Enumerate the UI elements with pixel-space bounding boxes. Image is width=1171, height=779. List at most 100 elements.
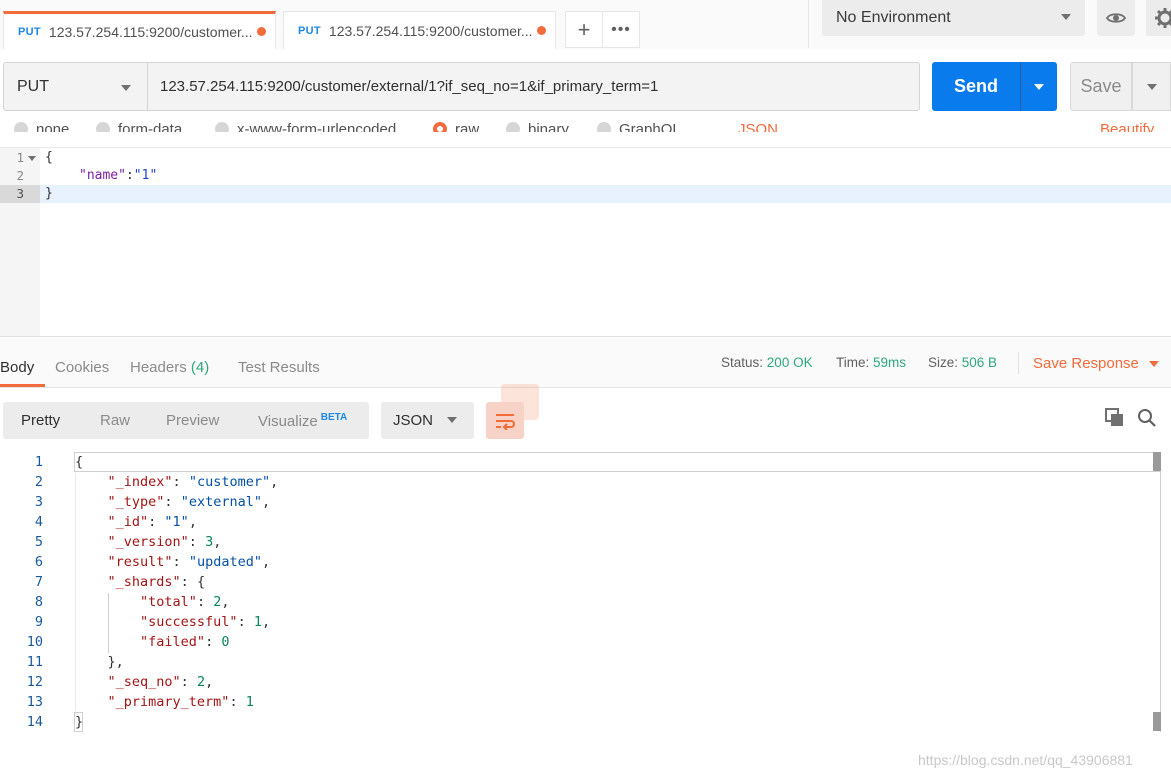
line-number: 9 bbox=[34, 614, 43, 630]
divider bbox=[808, 0, 809, 48]
view-pretty[interactable]: Pretty bbox=[21, 412, 60, 429]
json-key: "_type" bbox=[107, 494, 165, 510]
save-options-button[interactable] bbox=[1132, 62, 1171, 111]
body-type-urlencoded[interactable]: x-www-form-urlencoded bbox=[215, 120, 397, 133]
method-label: PUT bbox=[17, 77, 49, 95]
line-number: 5 bbox=[34, 534, 43, 550]
chevron-down-icon bbox=[447, 417, 457, 423]
method-select[interactable]: PUT bbox=[3, 62, 148, 111]
save-response-button[interactable]: Save Response bbox=[1033, 355, 1159, 372]
json-key: "_shards" bbox=[107, 574, 181, 590]
json-key: "failed" bbox=[140, 634, 206, 650]
view-label: Visualize bbox=[258, 413, 318, 430]
json-value: 1 bbox=[253, 614, 262, 630]
code-text: }, bbox=[75, 654, 124, 670]
request-tab-2[interactable]: PUT 123.57.254.115:9200/customer... bbox=[283, 11, 556, 49]
time-info[interactable]: Time: 59ms bbox=[836, 355, 906, 370]
environment-quick-look-button[interactable] bbox=[1097, 0, 1135, 36]
url-input[interactable]: 123.57.254.115:9200/customer/external/1?… bbox=[148, 62, 920, 111]
tab-options-button[interactable]: ••• bbox=[602, 11, 640, 48]
send-options-button[interactable] bbox=[1020, 62, 1057, 111]
copy-icon[interactable] bbox=[1105, 408, 1125, 433]
body-type-none[interactable]: none bbox=[14, 120, 70, 133]
body-type-row: none form-data x-www-form-urlencoded raw… bbox=[0, 111, 1171, 132]
line-number: 8 bbox=[34, 594, 43, 610]
body-type-raw[interactable]: raw bbox=[433, 121, 479, 132]
view-preview[interactable]: Preview bbox=[166, 412, 219, 429]
response-line: 4 "_id": "1", bbox=[0, 512, 1171, 532]
environment-select[interactable]: No Environment bbox=[822, 0, 1085, 36]
new-tab-button[interactable]: + bbox=[565, 11, 603, 48]
json-value: 1 bbox=[245, 694, 254, 710]
radio-icon bbox=[14, 122, 28, 132]
chevron-down-icon bbox=[1146, 83, 1157, 90]
tab-cookies[interactable]: Cookies bbox=[55, 359, 109, 376]
tab-headers[interactable]: Headers (4) bbox=[130, 359, 209, 376]
beautify-link[interactable]: Beautify bbox=[1100, 121, 1154, 133]
tab-title: 123.57.254.115:9200/customer... bbox=[48, 23, 253, 40]
json-key: "_seq_no" bbox=[107, 674, 181, 690]
response-line: 8 "total": 2, bbox=[0, 592, 1171, 612]
status-info[interactable]: Status: 200 OK bbox=[721, 355, 813, 370]
request-body-editor[interactable]: 1 { 2 "name":"1" 3 } bbox=[0, 147, 1171, 337]
body-type-label: binary bbox=[528, 120, 569, 133]
json-value: "1" bbox=[164, 514, 189, 530]
response-line: 14} bbox=[0, 712, 1171, 732]
code-text: "_type": "external", bbox=[107, 494, 271, 510]
json-value: "external" bbox=[180, 494, 262, 510]
line-number: 6 bbox=[34, 554, 43, 570]
manage-environments-button[interactable] bbox=[1146, 0, 1171, 36]
body-type-label: GraphQL bbox=[619, 120, 681, 133]
body-type-label: x-www-form-urlencoded bbox=[237, 120, 397, 133]
request-tab-1[interactable]: PUT 123.57.254.115:9200/customer... bbox=[3, 11, 276, 49]
json-key: "name" bbox=[79, 168, 126, 183]
editor-line: 1 { bbox=[0, 149, 1171, 167]
view-visualize[interactable]: Visualize BETA bbox=[258, 412, 347, 430]
body-type-binary[interactable]: binary bbox=[506, 120, 569, 133]
gear-icon bbox=[1155, 8, 1171, 28]
response-tabs: Body Cookies Headers (4) Test Results St… bbox=[0, 338, 1171, 388]
body-type-form-data[interactable]: form-data bbox=[96, 121, 182, 132]
json-key: "_index" bbox=[107, 474, 173, 490]
search-icon[interactable] bbox=[1137, 408, 1157, 433]
code-text: "failed": 0 bbox=[140, 634, 230, 650]
json-key: "_id" bbox=[107, 514, 149, 530]
body-type-label: none bbox=[36, 120, 70, 133]
request-tab-bar: PUT 123.57.254.115:9200/customer... PUT … bbox=[0, 0, 1171, 49]
json-value: "1" bbox=[133, 168, 158, 183]
size-info[interactable]: Size: 506 B bbox=[928, 355, 997, 370]
response-line: 9 "successful": 1, bbox=[0, 612, 1171, 632]
radio-icon bbox=[96, 122, 110, 132]
response-line: 2 "_index": "customer", bbox=[0, 472, 1171, 492]
chevron-down-icon bbox=[1061, 14, 1071, 20]
json-value: 3 bbox=[205, 534, 214, 550]
body-type-graphql[interactable]: GraphQL bbox=[597, 120, 681, 133]
code-text: "_version": 3, bbox=[107, 534, 222, 550]
tab-test-results[interactable]: Test Results bbox=[238, 359, 320, 376]
code-text: "result": "updated", bbox=[107, 554, 271, 570]
tab-body[interactable]: Body bbox=[0, 359, 34, 376]
response-line: 12 "_seq_no": 2, bbox=[0, 672, 1171, 692]
tab-method-label: PUT bbox=[18, 25, 41, 38]
body-language-select[interactable]: JSON bbox=[738, 121, 778, 133]
fold-arrow-icon[interactable] bbox=[28, 156, 36, 161]
response-line: 6 "result": "updated", bbox=[0, 552, 1171, 572]
line-number: 11 bbox=[26, 654, 43, 670]
line-number: 14 bbox=[26, 714, 43, 730]
wrap-lines-button[interactable] bbox=[486, 402, 524, 439]
json-key: "_primary_term" bbox=[107, 694, 230, 710]
url-text: 123.57.254.115:9200/customer/external/1?… bbox=[160, 78, 659, 95]
chevron-down-icon bbox=[121, 85, 131, 91]
line-number: 2 bbox=[16, 168, 24, 183]
line-number: 1 bbox=[34, 454, 43, 470]
response-format-select[interactable]: JSON bbox=[381, 402, 474, 439]
format-label: JSON bbox=[393, 412, 434, 429]
editor-line: 2 "name":"1" bbox=[0, 167, 1171, 185]
view-raw[interactable]: Raw bbox=[100, 412, 130, 429]
response-line: 13 "_primary_term": 1 bbox=[0, 692, 1171, 712]
line-number: 7 bbox=[34, 574, 43, 590]
send-button[interactable]: Send bbox=[932, 62, 1020, 111]
code-text: { bbox=[45, 150, 53, 165]
save-button[interactable]: Save bbox=[1070, 62, 1132, 111]
code-text: "_primary_term": 1 bbox=[107, 694, 254, 710]
